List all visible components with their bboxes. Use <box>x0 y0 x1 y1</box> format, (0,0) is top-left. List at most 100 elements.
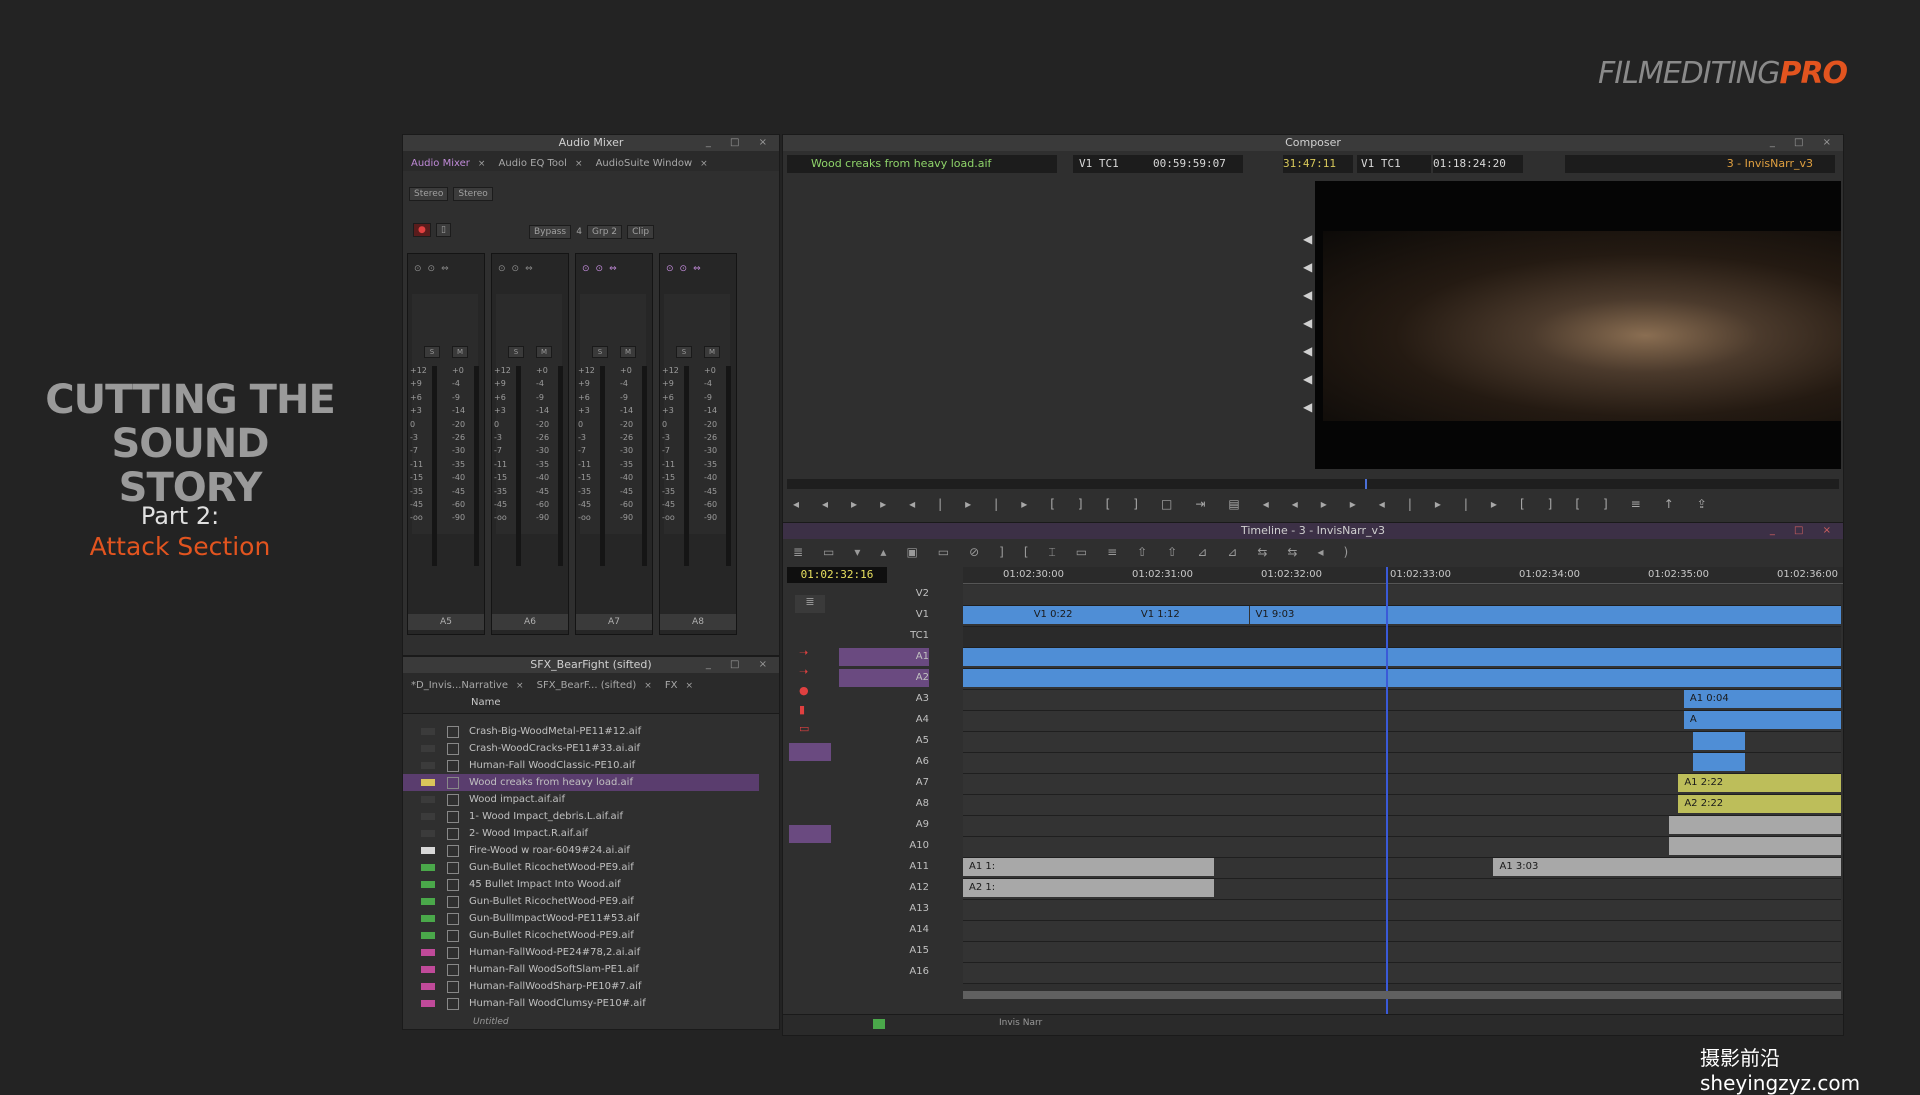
record-icon[interactable]: ● <box>413 223 431 237</box>
track-label-a5[interactable]: A5 <box>895 732 929 750</box>
track-label-a12[interactable]: A12 <box>895 879 929 897</box>
tab-audiosuite[interactable]: AudioSuite Window <box>588 154 701 174</box>
timeline-clip[interactable]: A2 1: <box>963 879 1215 897</box>
track-label-a1[interactable]: A1 <box>839 648 929 666</box>
bin-item[interactable]: Gun-Bullet RicochetWood-PE9.aif <box>403 859 759 876</box>
bin-item[interactable]: Gun-Bullet RicochetWood-PE9.aif <box>403 927 759 944</box>
track-label-a15[interactable]: A15 <box>895 942 929 960</box>
pan-link-icons[interactable]: ⊙⊙⇔ <box>498 264 539 274</box>
track-a12[interactable]: A2 1: <box>963 879 1841 900</box>
bin-view-name[interactable]: Untitled <box>473 1017 509 1027</box>
bin-item[interactable]: Fire-Wood w roar-6049#24.ai.aif <box>403 842 759 859</box>
tc-label-1[interactable]: V1 TC1 <box>1073 155 1159 173</box>
track-a15[interactable] <box>963 942 1841 963</box>
timeline-clip[interactable] <box>1669 837 1841 855</box>
trash-icon[interactable]: ▯ <box>435 223 451 237</box>
track-label-a9[interactable]: A9 <box>895 816 929 834</box>
channel-strip-a6[interactable]: ⊙⊙⇔ S M +12 +9 +6 +3 0 -3 -7 -11 -15 -35 -45 -oo +0 -4 -9… <box>491 253 569 635</box>
track-label-a13[interactable]: A13 <box>895 900 929 918</box>
track-arrow-icons[interactable]: ◀ ◀ ◀ ◀ ◀ ◀ ◀ <box>1303 225 1312 421</box>
timeline-toolbar[interactable]: ≣▭▾▴▣▭⊘][⌶▭≡⇧⇧⊿⊿⇆⇆◂) <box>793 545 1833 560</box>
track-a3[interactable]: A1 0:04 <box>963 690 1841 711</box>
track-a9[interactable] <box>963 816 1841 837</box>
track-a10[interactable] <box>963 837 1841 858</box>
timeline-clip[interactable] <box>1669 816 1841 834</box>
bin-item[interactable]: 1- Wood Impact_debris.L.aif.aif <box>403 808 759 825</box>
window-buttons[interactable]: _ □ × <box>706 135 775 151</box>
bin-item[interactable]: Wood creaks from heavy load.aif <box>403 774 759 791</box>
track-label-tc1[interactable]: TC1 <box>895 627 929 645</box>
clip-button[interactable]: Clip <box>627 225 655 239</box>
pan-link-icons[interactable]: ⊙⊙⇔ <box>414 264 455 274</box>
tab-audio-eq[interactable]: Audio EQ Tool <box>491 154 575 174</box>
track-a4[interactable]: A <box>963 711 1841 732</box>
record-sequence-menu[interactable]: 3 - InvisNarr_v3 <box>1565 155 1835 173</box>
mute-button[interactable]: M <box>536 346 552 358</box>
link-tool-icon[interactable] <box>789 825 831 843</box>
bin-item[interactable]: Human-FallWoodSharp-PE10#7.aif <box>403 978 759 995</box>
tab-bearfight[interactable]: SFX_BearF... (sifted) <box>529 676 645 696</box>
timeline-clip[interactable] <box>1693 753 1745 771</box>
name-column-header[interactable]: Name <box>403 693 779 714</box>
track-label-a4[interactable]: A4 <box>895 711 929 729</box>
track-label-a3[interactable]: A3 <box>895 690 929 708</box>
track-a1[interactable] <box>963 648 1841 669</box>
bin-item[interactable]: 45 Bullet Impact Into Wood.aif <box>403 876 759 893</box>
bin-item[interactable]: Gun-BullImpactWood-PE11#53.aif <box>403 910 759 927</box>
bin-item[interactable]: Gun-Bullet RicochetWood-PE9.aif <box>403 893 759 910</box>
channel-strip-a7[interactable]: ⊙⊙⇔ S M +12 +9 +6 +3 0 -3 -7 -11 -15 -35 -45 -oo +0 -4 -9… <box>575 253 653 635</box>
playhead[interactable] <box>1386 567 1388 1025</box>
tc-label-2[interactable]: V1 TC1 <box>1357 155 1431 173</box>
timeline-clip[interactable]: A2 2:22 <box>1678 795 1841 813</box>
bin-item[interactable]: Wood impact.aif.aif <box>403 791 759 808</box>
bin-item[interactable]: Human-FallWood-PE24#78,2.ai.aif <box>403 944 759 961</box>
timeline-clip[interactable]: V1 0:22 <box>1027 606 1135 624</box>
bin-item[interactable]: Human-Fall WoodClassic-PE10.aif <box>403 757 759 774</box>
transport-controls[interactable]: ◂◂▸▸◂|▸|▸[][]□⇥▤◂◂▸▸◂|▸|▸[][]≡↑⇪ <box>793 497 1833 511</box>
solo-button[interactable]: S <box>424 346 440 358</box>
tab-audio-mixer[interactable]: Audio Mixer <box>403 154 478 174</box>
group-button[interactable]: Grp 2 <box>587 225 623 239</box>
timeline-clip[interactable] <box>963 648 1841 666</box>
timeline-clip[interactable] <box>1693 732 1745 750</box>
timeline-ruler[interactable]: 01:02:30:00 01:02:31:00 01:02:32:00 01:02:3… <box>963 567 1843 584</box>
track-label-a11[interactable]: A11 <box>895 858 929 876</box>
timeline-scrollbar[interactable] <box>963 991 1841 999</box>
track-label-a7[interactable]: A7 <box>895 774 929 792</box>
green-status-icon[interactable] <box>873 1019 885 1029</box>
track-a8[interactable]: A2 2:22 <box>963 795 1841 816</box>
smart-tool-palette[interactable]: ≣ ➝ ➝ ● ▮ ▭ <box>783 595 839 1015</box>
timeline-clip[interactable]: A1 0:04 <box>1683 690 1841 708</box>
track-a6[interactable] <box>963 753 1841 774</box>
segment-tools[interactable]: ➝ ➝ ● ▮ ▭ <box>799 643 809 738</box>
position-bar[interactable] <box>787 479 1839 489</box>
mute-button[interactable]: M <box>704 346 720 358</box>
track-a7[interactable]: A1 2:22 <box>963 774 1841 795</box>
timeline-clip[interactable]: V1 9:03 <box>1249 606 1841 624</box>
track-a13[interactable] <box>963 900 1841 921</box>
tab-fx[interactable]: FX <box>657 676 686 696</box>
track-label-a14[interactable]: A14 <box>895 921 929 939</box>
trim-tool-icon[interactable] <box>789 743 831 761</box>
source-clip-menu[interactable]: Wood creaks from heavy load.aif <box>787 155 1057 173</box>
track-a2[interactable] <box>963 669 1841 690</box>
bin-item[interactable]: Crash-WoodCracks-PE11#33.ai.aif <box>403 740 759 757</box>
track-tc1[interactable] <box>963 627 1841 648</box>
timeline-clip[interactable]: V1 1:12 <box>1134 606 1250 624</box>
timeline-clip[interactable] <box>963 669 1841 687</box>
track-label-a16[interactable]: A16 <box>895 963 929 981</box>
bin-item[interactable]: Human-Fall WoodClumsy-PE10#.aif <box>403 995 759 1012</box>
bin-item[interactable]: Human-Fall WoodSoftSlam-PE1.aif <box>403 961 759 978</box>
track-label-a10[interactable]: A10 <box>895 837 929 855</box>
track-a11[interactable]: A1 1: A1 3:03 <box>963 858 1841 879</box>
track-label-a8[interactable]: A8 <box>895 795 929 813</box>
track-panel-icon[interactable]: ≣ <box>795 595 825 613</box>
mute-button[interactable]: M <box>620 346 636 358</box>
channel-strip-a5[interactable]: ⊙⊙⇔ S M +12 +9 +6 +3 0 -3 -7 -11 -15 -35 -45 -oo +0 -4 -9… <box>407 253 485 635</box>
mute-button[interactable]: M <box>452 346 468 358</box>
channel-strip-a8[interactable]: ⊙⊙⇔ S M +12 +9 +6 +3 0 -3 -7 -11 -15 -35 -45 -oo +0 -4 -9… <box>659 253 737 635</box>
bypass-button[interactable]: Bypass <box>529 225 572 239</box>
stereo-right-button[interactable]: Stereo <box>453 187 493 201</box>
track-a5[interactable] <box>963 732 1841 753</box>
bin-item[interactable]: 2- Wood Impact.R.aif.aif <box>403 825 759 842</box>
